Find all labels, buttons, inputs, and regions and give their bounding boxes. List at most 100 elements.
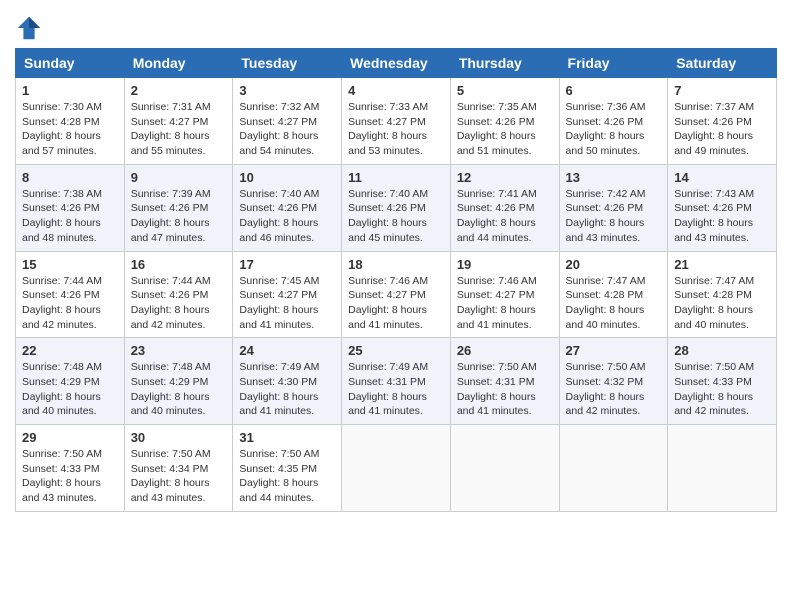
calendar-cell: 21Sunrise: 7:47 AM Sunset: 4:28 PM Dayli… xyxy=(668,251,777,338)
day-number: 2 xyxy=(131,83,227,98)
day-info: Sunrise: 7:50 AM Sunset: 4:33 PM Dayligh… xyxy=(674,360,770,419)
page-header xyxy=(15,10,777,42)
calendar-table: SundayMondayTuesdayWednesdayThursdayFrid… xyxy=(15,48,777,512)
day-info: Sunrise: 7:50 AM Sunset: 4:31 PM Dayligh… xyxy=(457,360,553,419)
calendar-cell: 3 Sunrise: 7:32 AM Sunset: 4:27 PM Daylig… xyxy=(233,78,342,165)
calendar-week-3: 15 Sunrise: 7:44 AM Sunset: 4:26 PM Dayli… xyxy=(16,251,777,338)
logo xyxy=(15,14,47,42)
calendar-cell: 5 Sunrise: 7:35 AM Sunset: 4:26 PM Daylig… xyxy=(450,78,559,165)
calendar-cell: 23 Sunrise: 7:48 AM Sunset: 4:29 PM Dayli… xyxy=(124,338,233,425)
calendar-cell: 29 Sunrise: 7:50 AM Sunset: 4:33 PM Dayli… xyxy=(16,425,125,512)
day-number: 21 xyxy=(674,257,770,272)
day-info: Sunrise: 7:39 AM Sunset: 4:26 PM Dayligh… xyxy=(131,187,227,246)
weekday-monday: Monday xyxy=(124,49,233,78)
day-info: Sunrise: 7:40 AM Sunset: 4:26 PM Dayligh… xyxy=(239,187,335,246)
calendar-week-1: 1 Sunrise: 7:30 AM Sunset: 4:28 PM Daylig… xyxy=(16,78,777,165)
day-info: Sunrise: 7:30 AM Sunset: 4:28 PM Dayligh… xyxy=(22,100,118,159)
calendar-cell: 12 Sunrise: 7:41 AM Sunset: 4:26 PM Dayli… xyxy=(450,164,559,251)
day-info: Sunrise: 7:32 AM Sunset: 4:27 PM Dayligh… xyxy=(239,100,335,159)
calendar-cell: 20 Sunrise: 7:47 AM Sunset: 4:28 PM Dayli… xyxy=(559,251,668,338)
calendar-cell: 11 Sunrise: 7:40 AM Sunset: 4:26 PM Dayli… xyxy=(342,164,451,251)
calendar-cell: 27 Sunrise: 7:50 AM Sunset: 4:32 PM Dayli… xyxy=(559,338,668,425)
day-info: Sunrise: 7:47 AM Sunset: 4:28 PM Dayligh… xyxy=(566,274,662,333)
day-info: Sunrise: 7:40 AM Sunset: 4:26 PM Dayligh… xyxy=(348,187,444,246)
weekday-row: SundayMondayTuesdayWednesdayThursdayFrid… xyxy=(16,49,777,78)
calendar-cell: 6 Sunrise: 7:36 AM Sunset: 4:26 PM Daylig… xyxy=(559,78,668,165)
day-number: 26 xyxy=(457,343,553,358)
day-number: 6 xyxy=(566,83,662,98)
day-number: 20 xyxy=(566,257,662,272)
day-info: Sunrise: 7:36 AM Sunset: 4:26 PM Dayligh… xyxy=(566,100,662,159)
day-number: 7 xyxy=(674,83,770,98)
day-number: 22 xyxy=(22,343,118,358)
calendar-cell: 7 Sunrise: 7:37 AM Sunset: 4:26 PM Daylig… xyxy=(668,78,777,165)
day-info: Sunrise: 7:46 AM Sunset: 4:27 PM Dayligh… xyxy=(348,274,444,333)
day-number: 28 xyxy=(674,343,770,358)
day-number: 1 xyxy=(22,83,118,98)
calendar-week-4: 22 Sunrise: 7:48 AM Sunset: 4:29 PM Dayli… xyxy=(16,338,777,425)
calendar-cell: 1 Sunrise: 7:30 AM Sunset: 4:28 PM Daylig… xyxy=(16,78,125,165)
day-info: Sunrise: 7:48 AM Sunset: 4:29 PM Dayligh… xyxy=(22,360,118,419)
day-info: Sunrise: 7:31 AM Sunset: 4:27 PM Dayligh… xyxy=(131,100,227,159)
calendar-header: SundayMondayTuesdayWednesdayThursdayFrid… xyxy=(16,49,777,78)
day-info: Sunrise: 7:37 AM Sunset: 4:26 PM Dayligh… xyxy=(674,100,770,159)
calendar-body: 1 Sunrise: 7:30 AM Sunset: 4:28 PM Daylig… xyxy=(16,78,777,512)
calendar-cell: 28 Sunrise: 7:50 AM Sunset: 4:33 PM Dayli… xyxy=(668,338,777,425)
day-number: 4 xyxy=(348,83,444,98)
day-number: 18 xyxy=(348,257,444,272)
day-number: 14 xyxy=(674,170,770,185)
calendar-cell: 18 Sunrise: 7:46 AM Sunset: 4:27 PM Dayli… xyxy=(342,251,451,338)
day-info: Sunrise: 7:49 AM Sunset: 4:30 PM Dayligh… xyxy=(239,360,335,419)
calendar-cell xyxy=(342,425,451,512)
day-number: 9 xyxy=(131,170,227,185)
day-number: 3 xyxy=(239,83,335,98)
day-info: Sunrise: 7:41 AM Sunset: 4:26 PM Dayligh… xyxy=(457,187,553,246)
day-info: Sunrise: 7:43 AM Sunset: 4:26 PM Dayligh… xyxy=(674,187,770,246)
day-number: 16 xyxy=(131,257,227,272)
day-number: 24 xyxy=(239,343,335,358)
day-info: Sunrise: 7:33 AM Sunset: 4:27 PM Dayligh… xyxy=(348,100,444,159)
day-number: 12 xyxy=(457,170,553,185)
calendar-cell: 16 Sunrise: 7:44 AM Sunset: 4:26 PM Dayli… xyxy=(124,251,233,338)
day-number: 31 xyxy=(239,430,335,445)
calendar-cell: 24 Sunrise: 7:49 AM Sunset: 4:30 PM Dayli… xyxy=(233,338,342,425)
calendar-cell: 4 Sunrise: 7:33 AM Sunset: 4:27 PM Daylig… xyxy=(342,78,451,165)
calendar-cell: 19Sunrise: 7:46 AM Sunset: 4:27 PM Dayli… xyxy=(450,251,559,338)
day-info: Sunrise: 7:45 AM Sunset: 4:27 PM Dayligh… xyxy=(239,274,335,333)
day-number: 25 xyxy=(348,343,444,358)
calendar-week-5: 29 Sunrise: 7:50 AM Sunset: 4:33 PM Dayli… xyxy=(16,425,777,512)
day-number: 13 xyxy=(566,170,662,185)
day-number: 23 xyxy=(131,343,227,358)
calendar-cell: 8Sunrise: 7:38 AM Sunset: 4:26 PM Daylig… xyxy=(16,164,125,251)
day-number: 30 xyxy=(131,430,227,445)
weekday-friday: Friday xyxy=(559,49,668,78)
day-info: Sunrise: 7:48 AM Sunset: 4:29 PM Dayligh… xyxy=(131,360,227,419)
day-number: 11 xyxy=(348,170,444,185)
day-info: Sunrise: 7:44 AM Sunset: 4:26 PM Dayligh… xyxy=(131,274,227,333)
day-number: 10 xyxy=(239,170,335,185)
day-info: Sunrise: 7:50 AM Sunset: 4:34 PM Dayligh… xyxy=(131,447,227,506)
weekday-sunday: Sunday xyxy=(16,49,125,78)
calendar-cell: 15 Sunrise: 7:44 AM Sunset: 4:26 PM Dayli… xyxy=(16,251,125,338)
day-number: 8 xyxy=(22,170,118,185)
calendar-cell xyxy=(450,425,559,512)
day-info: Sunrise: 7:42 AM Sunset: 4:26 PM Dayligh… xyxy=(566,187,662,246)
day-info: Sunrise: 7:50 AM Sunset: 4:35 PM Dayligh… xyxy=(239,447,335,506)
day-number: 19 xyxy=(457,257,553,272)
calendar-week-2: 8Sunrise: 7:38 AM Sunset: 4:26 PM Daylig… xyxy=(16,164,777,251)
calendar-cell: 13 Sunrise: 7:42 AM Sunset: 4:26 PM Dayli… xyxy=(559,164,668,251)
calendar-cell: 25Sunrise: 7:49 AM Sunset: 4:31 PM Dayli… xyxy=(342,338,451,425)
day-number: 27 xyxy=(566,343,662,358)
day-info: Sunrise: 7:50 AM Sunset: 4:32 PM Dayligh… xyxy=(566,360,662,419)
weekday-saturday: Saturday xyxy=(668,49,777,78)
day-number: 29 xyxy=(22,430,118,445)
day-info: Sunrise: 7:50 AM Sunset: 4:33 PM Dayligh… xyxy=(22,447,118,506)
calendar-cell: 14 Sunrise: 7:43 AM Sunset: 4:26 PM Dayli… xyxy=(668,164,777,251)
day-number: 15 xyxy=(22,257,118,272)
calendar-cell: 30 Sunrise: 7:50 AM Sunset: 4:34 PM Dayli… xyxy=(124,425,233,512)
day-info: Sunrise: 7:35 AM Sunset: 4:26 PM Dayligh… xyxy=(457,100,553,159)
logo-icon xyxy=(15,14,43,42)
calendar-cell xyxy=(559,425,668,512)
day-number: 5 xyxy=(457,83,553,98)
day-info: Sunrise: 7:44 AM Sunset: 4:26 PM Dayligh… xyxy=(22,274,118,333)
